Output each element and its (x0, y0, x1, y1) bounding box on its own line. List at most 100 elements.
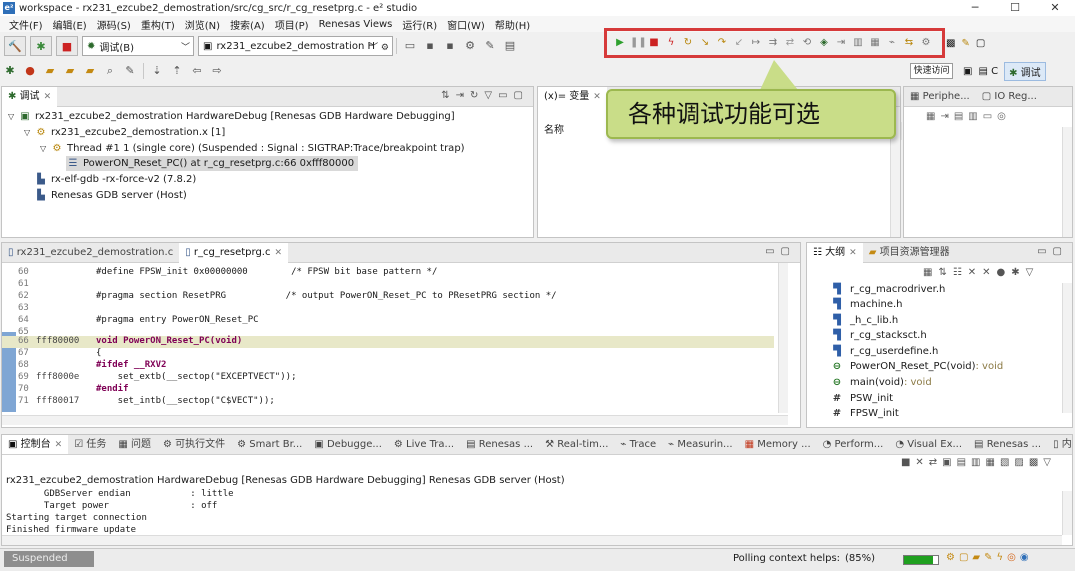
tree-row-stack-frame[interactable]: ☰ PowerON_Reset_PC() at r_cg_resetprg.c:… (66, 156, 359, 171)
folder-icon[interactable]: ▰ (972, 552, 980, 563)
restart-icon[interactable]: ↻ (681, 36, 695, 50)
tab-renesas-2[interactable]: ▤ Renesas ... (968, 435, 1047, 454)
console-vertical-scrollbar[interactable] (1062, 491, 1072, 535)
tab-console[interactable]: ▣ 控制台 ✕ (2, 435, 69, 454)
editor-view-controls[interactable]: ▭▢ (765, 246, 796, 257)
lightning-icon[interactable]: ϟ (997, 552, 1004, 563)
perspective-debug[interactable]: ✱ 调试 (1004, 62, 1046, 81)
tree-row-thread[interactable]: ▽ ⚙ Thread #1 1 (single core) (Suspended… (40, 141, 465, 156)
tab-live-trace[interactable]: ⚙ Live Tra... (388, 435, 460, 454)
tree-row-gdb[interactable]: ▙ rx-elf-gdb -rx-force-v2 (7.8.2) (34, 172, 196, 187)
save-icon[interactable]: ▪ (423, 39, 437, 53)
tab-outline[interactable]: ☷ 大纲 ✕ (807, 242, 863, 263)
memory-icon[interactable]: ▦ (868, 36, 882, 50)
tab-tasks[interactable]: ☑ 任务 (68, 435, 112, 454)
register-icon[interactable]: ▥ (851, 36, 865, 50)
breakpoint-icon[interactable]: ◈ (817, 36, 831, 50)
tab-executables[interactable]: ⚙ 可执行文件 (157, 435, 231, 454)
pencil-icon[interactable]: ✎ (961, 38, 969, 49)
suspend-icon[interactable]: ❚❚ (630, 36, 647, 50)
tab-variables[interactable]: (x)= 变量 ✕ (538, 86, 607, 107)
code-line-current[interactable]: 66 fff80000 void PowerON_Reset_PC(void) (2, 336, 774, 348)
debug-settings-icon[interactable]: ✱ (30, 36, 52, 56)
menu-source[interactable]: 源码(S) (92, 17, 136, 32)
quick-access-input[interactable]: 快速访问 (910, 63, 953, 79)
editor-horizontal-scrollbar[interactable] (2, 415, 788, 425)
code-line[interactable]: 67{ (2, 348, 101, 360)
palette-icon[interactable]: ▩ (946, 38, 955, 49)
tab-editor-resetprg[interactable]: ▯ r_cg_resetprg.c ✕ (179, 242, 289, 263)
tab-editor-main-c[interactable]: ▯ rx231_ezcube2_demostration.c (2, 243, 179, 263)
code-line[interactable]: 60 #define FPSW_init 0x00000000 /* FPSW b… (2, 267, 437, 279)
peripheral-view-toolbar[interactable]: ▦⇥▤▥▭◎ (926, 111, 1011, 122)
menu-file[interactable]: 文件(F) (4, 17, 48, 32)
menu-renesas-views[interactable]: Renesas Views (314, 19, 398, 30)
code-line[interactable]: 71 fff80017 set_intb(__sectop("C$VECT")); (2, 396, 275, 408)
prev-annotation-icon[interactable]: ⇡ (170, 64, 184, 78)
menu-refactor[interactable]: 重构(T) (136, 17, 180, 32)
tab-measuring[interactable]: ⌁ Measurin... (662, 435, 738, 454)
new-folder-icon[interactable]: ▰ (43, 64, 57, 78)
console-toolbar[interactable]: ■✕⇄▣▤▥▦▧▨▩▽ (901, 457, 1056, 468)
outline-item[interactable]: # FPSW_init (830, 406, 899, 421)
open-perspective-icon[interactable]: ▣ (963, 66, 972, 77)
tab-performance[interactable]: ◔ Perform... (817, 435, 890, 454)
close-button[interactable]: ✕ (1035, 0, 1075, 16)
heap-status-bar[interactable] (903, 555, 939, 565)
tab-trace[interactable]: ⌁ Trace (614, 435, 662, 454)
new-icon[interactable]: ▭ (403, 39, 417, 53)
pin-icon[interactable]: ✎ (984, 552, 992, 563)
back-icon[interactable]: ⇦ (190, 64, 204, 78)
tab-problems[interactable]: ▦ 问题 (112, 435, 157, 454)
code-line[interactable]: 70 #endif (2, 384, 129, 396)
tab-io-registers[interactable]: ▢ IO Reg... (976, 87, 1043, 107)
close-icon[interactable]: ✕ (274, 248, 282, 258)
connect-icon[interactable]: ⇆ (902, 36, 916, 50)
tab-memory-cn[interactable]: ▯ 内存 (1047, 435, 1072, 454)
chevron-down-icon[interactable]: ▽ (8, 112, 18, 121)
code-line[interactable]: 62 #pragma section ResetPRG /* output Pow… (2, 291, 557, 303)
settings-icon[interactable]: ⚙ (919, 36, 933, 50)
vertical-scrollbar[interactable] (1062, 283, 1072, 413)
minimize-button[interactable]: ─ (955, 0, 995, 16)
reset-icon[interactable]: ⟲ (800, 36, 814, 50)
tab-renesas-1[interactable]: ▤ Renesas ... (460, 435, 539, 454)
close-icon[interactable]: ✕ (849, 248, 857, 258)
step-over-icon[interactable]: ↷ (715, 36, 729, 50)
close-icon[interactable]: ✕ (55, 440, 63, 450)
close-icon[interactable]: ✕ (44, 92, 52, 102)
menu-search[interactable]: 搜索(A) (225, 17, 270, 32)
trace-icon[interactable]: ⌁ (885, 36, 899, 50)
search-icon[interactable]: ⌕ (103, 64, 117, 78)
outline-item[interactable]: ▜ _h_c_lib.h (830, 313, 898, 328)
chevron-down-icon[interactable]: ▽ (24, 128, 34, 137)
tab-visual-expression[interactable]: ◔ Visual Ex... (889, 435, 968, 454)
stop-icon[interactable]: ■ (56, 36, 78, 56)
tab-smart-browser[interactable]: ⚙ Smart Br... (231, 435, 308, 454)
disconnect-icon[interactable]: ϟ (664, 36, 678, 50)
annotation-icon[interactable]: ✎ (123, 64, 137, 78)
tree-row-process[interactable]: ▽ ⚙ rx231_ezcube2_demostration.x [1] (24, 125, 225, 140)
outline-item[interactable]: ▜ r_cg_userdefine.h (830, 344, 938, 359)
build-icon[interactable]: ✎ (483, 39, 497, 53)
terminate-icon[interactable]: ■ (647, 36, 661, 50)
tab-debug[interactable]: ✱ 调试 ✕ (2, 86, 58, 107)
view-menu-icons[interactable]: ⇅⇥↻▽▭▢ (441, 90, 529, 101)
instruction-step-icon[interactable]: ⇉ (766, 36, 780, 50)
close-icon[interactable]: ✕ (593, 92, 601, 102)
notification-icon[interactable]: ▢ (959, 552, 968, 563)
tab-peripherals[interactable]: ▦ Periphe... (904, 87, 976, 107)
menu-edit[interactable]: 编辑(E) (48, 17, 92, 32)
outline-item[interactable]: ▜ r_cg_stacksct.h (830, 328, 927, 343)
code-line[interactable]: 61 (2, 279, 96, 291)
help-icon[interactable]: ◉ (1020, 552, 1029, 563)
menu-project[interactable]: 项目(P) (270, 17, 314, 32)
perspective-c[interactable]: ▤ C (978, 66, 998, 77)
code-line[interactable]: 63 (2, 303, 96, 315)
window-icon[interactable]: ▢ (976, 38, 985, 49)
tree-row-launch[interactable]: ▽ ▣ rx231_ezcube2_demostration HardwareD… (8, 109, 455, 124)
maximize-button[interactable]: ☐ (995, 0, 1035, 16)
menu-window[interactable]: 窗口(W) (442, 17, 490, 32)
gear-icon[interactable]: ⚙ (463, 39, 477, 53)
garbage-collect-icon[interactable]: ⚙ (946, 552, 955, 563)
